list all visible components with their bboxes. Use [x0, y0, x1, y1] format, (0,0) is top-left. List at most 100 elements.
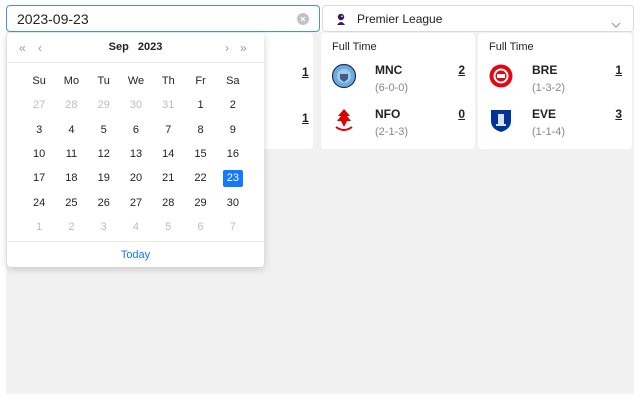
team-score[interactable]: 0	[458, 107, 465, 121]
calendar-day[interactable]: 27	[120, 197, 152, 209]
everton-logo-icon	[488, 107, 514, 133]
calendar-day[interactable]: 28	[152, 197, 184, 209]
calendar-month[interactable]: Sep	[109, 41, 129, 53]
calendar-day[interactable]: 17	[23, 172, 55, 184]
match-status: Full Time	[489, 41, 534, 53]
calendar-day[interactable]: 16	[217, 148, 249, 160]
calendar-day[interactable]: 27	[23, 99, 55, 111]
calendar-day-number: 31	[162, 99, 175, 112]
calendar-day[interactable]: 2	[217, 99, 249, 111]
date-input[interactable]	[17, 10, 277, 27]
calendar-day-number: 2	[68, 220, 75, 233]
calendar-day[interactable]: 3	[88, 221, 120, 233]
calendar-day-selected[interactable]: 23	[217, 169, 249, 187]
match-card[interactable]: Full Time MNC (6-0-0) 2 NFO (2-1-3) 0	[321, 33, 475, 149]
calendar-day[interactable]: 18	[55, 172, 87, 184]
team-score[interactable]: 3	[615, 107, 622, 121]
calendar-day-number: 22	[194, 172, 207, 185]
calendar-day[interactable]: 6	[184, 221, 216, 233]
calendar-day[interactable]: 30	[217, 197, 249, 209]
team-record: (1-1-4)	[532, 126, 566, 138]
calendar-day-number: 5	[165, 220, 172, 233]
team-abbr: EVE	[532, 107, 557, 121]
weekday-label: Sa	[226, 75, 240, 88]
weekday-label: Mo	[63, 75, 80, 88]
calendar-day[interactable]: 29	[88, 99, 120, 111]
clear-icon[interactable]	[297, 13, 309, 25]
calendar-day[interactable]: 19	[88, 172, 120, 184]
weekday-label: We	[127, 75, 145, 88]
calendar-day-number: 19	[97, 172, 110, 185]
calendar-day[interactable]: 4	[55, 124, 87, 136]
calendar-day[interactable]: 14	[152, 148, 184, 160]
calendar-day[interactable]: 25	[55, 197, 87, 209]
calendar-day-number: 9	[229, 123, 236, 136]
calendar-day[interactable]: 8	[184, 124, 216, 136]
calendar-day[interactable]: 28	[55, 99, 87, 111]
calendar-day[interactable]: 1	[23, 221, 55, 233]
calendar-day[interactable]: 7	[217, 221, 249, 233]
calendar-day[interactable]: 11	[55, 148, 87, 160]
calendar-day[interactable]: 21	[152, 172, 184, 184]
next-month-button[interactable]: ›	[225, 41, 229, 55]
calendar-day[interactable]: 31	[152, 99, 184, 111]
calendar-day[interactable]: 15	[184, 148, 216, 160]
calendar-day-number: 4	[68, 123, 75, 136]
league-select-value: Premier League	[357, 11, 443, 26]
league-select[interactable]: Premier League	[322, 5, 634, 32]
weekday-label: Su	[32, 75, 46, 88]
calendar-day[interactable]: 10	[23, 148, 55, 160]
today-button[interactable]: Today	[7, 241, 264, 267]
calendar-day[interactable]: 22	[184, 172, 216, 184]
calendar-day[interactable]: 30	[120, 99, 152, 111]
team-record: (6-0-0)	[375, 82, 409, 94]
team-row-home: BRE (1-3-2) 1	[488, 63, 622, 103]
calendar-day[interactable]: 5	[152, 221, 184, 233]
team-abbr: NFO	[375, 107, 401, 121]
calendar-day[interactable]: 3	[23, 124, 55, 136]
calendar-day[interactable]: 4	[120, 221, 152, 233]
calendar-day-number: 15	[194, 148, 207, 161]
team-row-away: NFO (2-1-3) 0	[331, 107, 465, 147]
calendar-day-number: 20	[129, 172, 143, 185]
calendar-day[interactable]: 2	[55, 221, 87, 233]
calendar-day[interactable]: 5	[88, 124, 120, 136]
calendar-week-row: 17 18 19 20 21 22 23	[23, 166, 249, 190]
calendar-day[interactable]: 9	[217, 124, 249, 136]
calendar-day-number: 29	[194, 196, 207, 209]
team-record: (1-3-2)	[532, 82, 566, 94]
calendar-day-number: 26	[97, 196, 110, 209]
calendar-day-number: 6	[132, 123, 140, 136]
calendar-day-number: 6	[197, 220, 204, 233]
calendar-day-number: 3	[36, 123, 43, 136]
chevron-down-icon[interactable]	[611, 15, 621, 33]
match-card[interactable]: Full Time BRE (1-3-2) 1 EVE (1-1-4) 3	[478, 33, 632, 149]
calendar-day[interactable]: 6	[120, 124, 152, 136]
calendar-day[interactable]: 12	[88, 148, 120, 160]
calendar-day[interactable]: 20	[120, 172, 152, 184]
calendar-day[interactable]: 29	[184, 197, 216, 209]
calendar-day[interactable]: 7	[152, 124, 184, 136]
weekday-header-row: Su Mo Tu We Th Fr Sa	[23, 69, 249, 93]
team-abbr: MNC	[375, 63, 403, 77]
calendar-day[interactable]: 24	[23, 197, 55, 209]
manchester-city-logo-icon	[331, 63, 357, 89]
date-picker-field[interactable]	[6, 5, 320, 32]
calendar-year[interactable]: 2023	[138, 41, 162, 53]
calendar-day-number: 10	[33, 148, 46, 161]
calendar-day-number: 30	[129, 99, 143, 112]
calendar-day-number: 29	[97, 99, 110, 112]
calendar-day[interactable]: 26	[88, 197, 120, 209]
calendar-week-row: 1 2 3 4 5 6 7	[23, 215, 249, 239]
team-score[interactable]: 1	[615, 63, 622, 77]
calendar-day-number: 3	[100, 220, 107, 233]
calendar-day[interactable]: 1	[184, 99, 216, 111]
team-score[interactable]: 2	[458, 63, 465, 77]
next-year-button[interactable]: »	[240, 41, 247, 55]
calendar-day-number: 4	[132, 220, 140, 233]
calendar-header: « ‹ Sep 2023 › »	[7, 33, 264, 63]
team-abbr: BRE	[532, 63, 558, 77]
calendar-day-number: 16	[226, 148, 239, 161]
calendar-day-number: 18	[65, 172, 78, 185]
calendar-day[interactable]: 13	[120, 148, 152, 160]
